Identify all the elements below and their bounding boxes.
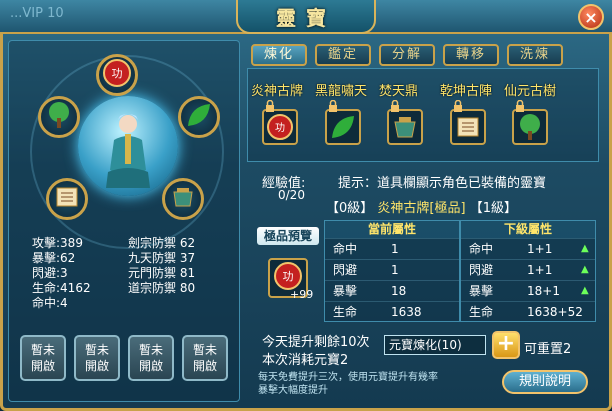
rules-button[interactable]: 規則說明 xyxy=(502,370,588,394)
title-bar: ...VIP 10 靈寶 × xyxy=(0,0,612,34)
page-title: 靈寶 xyxy=(276,5,336,30)
item-name-4: 乾坤古陣 xyxy=(440,84,493,99)
stat-def-yuanmen: 元門防禦 81 xyxy=(128,266,196,280)
level-current: 【0級】 xyxy=(326,201,374,216)
equip-slot-right[interactable] xyxy=(178,96,220,138)
lock-icon xyxy=(329,100,337,112)
refine-method-select[interactable]: 元寶煉化(10) xyxy=(384,335,486,355)
lock-icon xyxy=(266,100,274,112)
plus-icon: + xyxy=(496,331,516,356)
stats-left: 攻擊:389 暴擊:62 閃避:3 生命:4162 命中:4 xyxy=(32,236,91,311)
table-row: 命中 1+1 ▲ xyxy=(461,238,595,259)
svg-text:功: 功 xyxy=(112,67,123,80)
scroll-icon xyxy=(452,117,484,147)
locked-slot-2[interactable]: 暫未 開啟 xyxy=(74,335,120,381)
cost-text: 本次消耗元寶2 xyxy=(262,353,349,368)
stats-right: 劍宗防禦 62 九天防禦 37 元門防禦 81 道宗防禦 80 xyxy=(128,236,195,296)
tab-transfer[interactable]: 轉移 xyxy=(443,44,499,66)
item-slot-4[interactable] xyxy=(450,109,486,145)
equip-slot-left[interactable] xyxy=(38,96,80,138)
seal-red-icon: 功 xyxy=(102,58,132,92)
table-row: 生命 1638+52 xyxy=(461,301,595,322)
remaining-upgrades-text: 今天提升剩餘10次 xyxy=(262,335,370,350)
green-leaf-icon xyxy=(184,100,214,134)
table-row: 閃避 1 xyxy=(325,259,459,280)
tab-decompose[interactable]: 分解 xyxy=(379,44,435,66)
hint-text: 提示：道具欄顯示角色已裝備的靈寶 xyxy=(338,176,547,191)
level-next: 【1級】 xyxy=(469,201,517,216)
refine-note: 每天免費提升三次，使用元寶提升有幾率 暴擊大幅度提升 xyxy=(258,371,438,397)
locked-slot-3[interactable]: 暫未 開啟 xyxy=(128,335,174,381)
tab-identify[interactable]: 鑑定 xyxy=(315,44,371,66)
close-button[interactable]: × xyxy=(578,4,604,30)
note-line-1: 每天免費提升三次，使用元寶提升有幾率 xyxy=(258,372,438,383)
preview-button[interactable]: 極品預覽 xyxy=(257,227,319,245)
lock-icon xyxy=(454,100,462,112)
green-leaf-icon xyxy=(327,116,359,147)
svg-text:功: 功 xyxy=(275,122,285,134)
tab-wash[interactable]: 洗煉 xyxy=(507,44,563,66)
stat-attack: 攻擊:389 xyxy=(32,236,83,250)
stat-def-daozong: 道宗防禦 80 xyxy=(128,281,196,295)
item-name-2: 黑龍嘯天 xyxy=(315,84,368,99)
stat-dodge: 閃避:3 xyxy=(32,266,68,280)
table-header: 下級屬性 xyxy=(461,221,595,238)
up-arrow-icon: ▲ xyxy=(581,264,589,275)
item-name-1: 炎神古牌 xyxy=(251,84,304,99)
up-arrow-icon: ▲ xyxy=(581,285,589,296)
tree-icon xyxy=(44,100,74,134)
reset-count-text: 可重置2 xyxy=(524,342,572,357)
svg-text:功: 功 xyxy=(283,270,294,283)
stat-def-jiutian: 九天防禦 37 xyxy=(128,251,196,265)
lock-icon xyxy=(516,100,524,112)
item-slot-3[interactable] xyxy=(387,109,423,145)
scroll-icon xyxy=(52,182,82,216)
equip-slot-top[interactable]: 功 xyxy=(96,54,138,96)
selected-item-name: 炎神古牌[極品] xyxy=(377,201,466,216)
locked-slot-label: 暫未 開啟 xyxy=(192,343,217,373)
note-line-2: 暴擊大幅度提升 xyxy=(258,385,328,396)
table-row: 命中 1 xyxy=(325,238,459,259)
next-attributes-table: 下級屬性 命中 1+1 ▲ 閃避 1+1 ▲ 暴擊 18+1 ▲ 生命 1638+52 xyxy=(460,220,596,322)
item-slot-2[interactable] xyxy=(325,109,361,145)
item-name-5: 仙元古樹 xyxy=(504,84,557,99)
table-row: 閃避 1+1 ▲ xyxy=(461,259,595,280)
stat-def-jianzong: 劍宗防禦 62 xyxy=(128,236,196,250)
locked-slot-1[interactable]: 暫未 開啟 xyxy=(20,335,66,381)
table-row: 生命 1638 xyxy=(325,301,459,322)
stat-hp: 生命:4162 xyxy=(32,281,91,295)
lock-icon xyxy=(391,100,399,112)
cauldron-icon xyxy=(389,117,421,147)
table-row: 暴擊 18+1 ▲ xyxy=(461,280,595,301)
table-row: 暴擊 18 xyxy=(325,280,459,301)
equip-slot-bottom-left[interactable] xyxy=(46,178,88,220)
preview-count: +99 xyxy=(290,288,314,301)
stat-hit: 命中:4 xyxy=(32,296,68,310)
refine-plus-button[interactable]: + xyxy=(492,331,520,359)
item-slot-5[interactable] xyxy=(512,109,548,145)
table-header: 當前屬性 xyxy=(325,221,459,238)
item-name-3: 焚天鼎 xyxy=(379,84,419,99)
equip-slot-bottom-right[interactable] xyxy=(162,178,204,220)
locked-slot-label: 暫未 開啟 xyxy=(138,343,163,373)
tree-icon xyxy=(514,114,546,147)
item-slot-1[interactable]: 功 xyxy=(262,109,298,145)
locked-slot-label: 暫未 開啟 xyxy=(30,343,55,373)
locked-slot-4[interactable]: 暫未 開啟 xyxy=(182,335,228,381)
up-arrow-icon: ▲ xyxy=(581,243,589,254)
close-icon: × xyxy=(584,7,598,27)
tab-refine[interactable]: 煉化 xyxy=(251,44,307,66)
exp-value: 0/20 xyxy=(278,188,305,202)
title-plate: 靈寶 xyxy=(236,0,376,34)
cauldron-icon xyxy=(168,182,198,216)
selected-item-title: 【0級】 炎神古牌[極品] 【1級】 xyxy=(326,197,522,216)
seal-red-icon: 功 xyxy=(264,114,296,147)
locked-slot-label: 暫未 開啟 xyxy=(84,343,109,373)
stat-crit: 暴擊:62 xyxy=(32,251,76,265)
vip-text: ...VIP 10 xyxy=(10,6,64,21)
character-figure xyxy=(106,114,150,188)
current-attributes-table: 當前屬性 命中 1 閃避 1 暴擊 18 生命 1638 xyxy=(324,220,460,322)
